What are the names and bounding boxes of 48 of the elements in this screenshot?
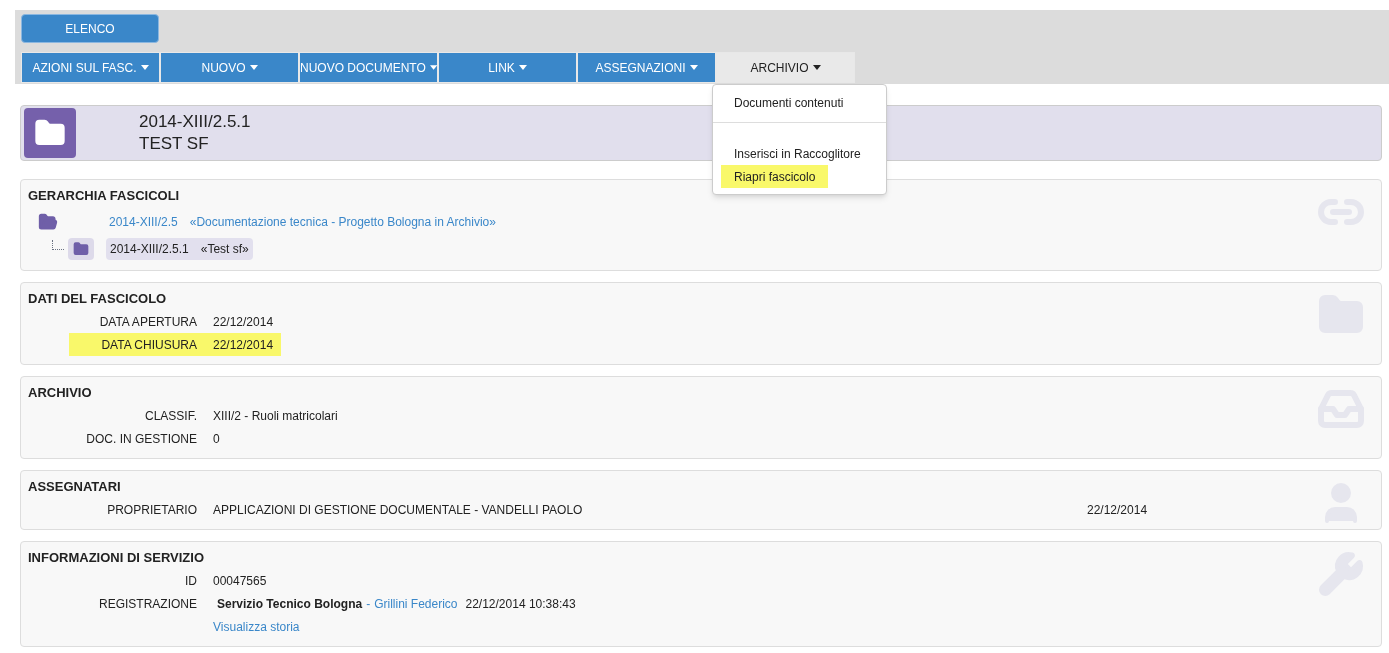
- field-label: PROPRIETARIO: [106, 501, 198, 519]
- field-label: REGISTRAZIONE: [98, 595, 198, 613]
- caret-icon: [140, 65, 149, 70]
- field-label: DATA CHIUSURA: [100, 336, 198, 354]
- fascicolo-code: 2014-XIII/2.5.1: [139, 111, 251, 133]
- caret-icon: [812, 65, 821, 70]
- registration-timestamp: 22/12/2014 10:38:43: [465, 595, 576, 613]
- office-name: Servizio Tecnico Bologna: [217, 595, 363, 613]
- fascicolo-code[interactable]: 2014-XIII/2.5: [109, 212, 178, 231]
- field-value: XIII/2 - Ruoli matricolari: [213, 407, 338, 425]
- field-label: CLASSIF.: [143, 407, 198, 425]
- section-title: ARCHIVIO: [28, 384, 93, 402]
- caret-icon: [518, 65, 527, 70]
- field-label: DOC. IN GESTIONE: [85, 430, 198, 448]
- menu-tab[interactable]: ASSEGNAZIONI: [577, 52, 716, 83]
- list-button[interactable]: ELENCO: [21, 14, 159, 43]
- field-value: 22/12/2014: [213, 313, 274, 331]
- fascicolo-code: 2014-XIII/2.5.1: [110, 240, 189, 258]
- field-value: APPLICAZIONI DI GESTIONE DOCUMENTALE - VANDELLI PAOLO: [213, 501, 584, 519]
- section-title: GERARCHIA FASCICOLI: [28, 187, 181, 205]
- dropdown-item[interactable]: Documenti contenuti: [721, 91, 857, 114]
- caret-icon: [429, 65, 437, 70]
- fascicolo-description[interactable]: «Documentazione tecnica - Progetto Bologna in Archivio»: [189, 212, 496, 231]
- separator-dash: -: [366, 595, 371, 613]
- assignment-date: 22/12/2014: [1087, 501, 1148, 519]
- menu-tab[interactable]: LINK: [438, 52, 577, 83]
- field-label: ID: [184, 572, 198, 590]
- fascicolo-description: «Test sf»: [200, 240, 249, 258]
- field-value: 00047565: [213, 572, 267, 590]
- dropdown-item[interactable]: Riapri fascicolo: [721, 165, 829, 188]
- dropdown-item[interactable]: Inserisci in Raccoglitore: [721, 142, 874, 165]
- person-link[interactable]: Grillini Federico: [374, 594, 458, 613]
- field-value: 0: [213, 430, 220, 448]
- caret-icon: [689, 65, 698, 70]
- section-title: DATI DEL FASCICOLO: [28, 290, 168, 308]
- caret-icon: [249, 65, 258, 70]
- field-label: DATA APERTURA: [98, 313, 198, 331]
- field-value: 22/12/2014: [213, 336, 274, 354]
- menu-tab[interactable]: AZIONI SUL FASC.: [21, 52, 160, 83]
- tree-connector: [52, 239, 64, 250]
- history-link[interactable]: Visualizza storia: [213, 617, 300, 636]
- menu-tab[interactable]: NUOVO: [160, 52, 299, 83]
- folder-icon: [73, 240, 89, 257]
- menu-tab[interactable]: NUOVO DOCUMENTO: [299, 52, 438, 83]
- section-title: ASSEGNATARI: [28, 478, 122, 496]
- fascicolo-title: TEST SF: [139, 133, 210, 155]
- section-title: INFORMAZIONI DI SERVIZIO: [28, 549, 205, 567]
- menu-tab[interactable]: ARCHIVIO: [716, 52, 855, 83]
